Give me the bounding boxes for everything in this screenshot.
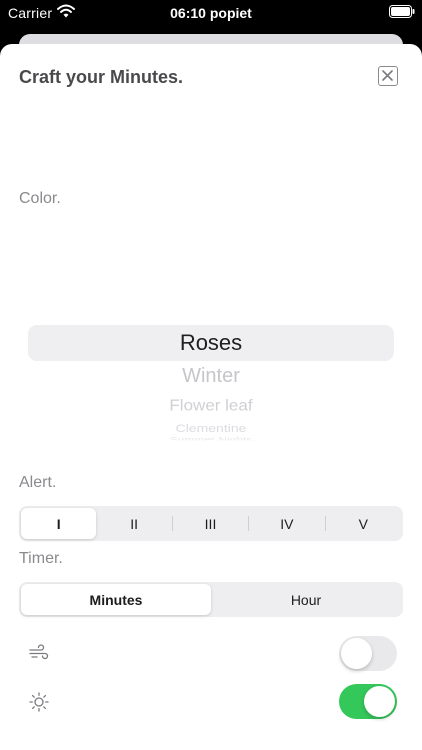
picker-item[interactable]: Winter — [28, 365, 394, 388]
timer-segmented-control[interactable]: Minutes Hour — [19, 582, 403, 617]
toggle-knob — [341, 638, 372, 669]
color-section-label: Color. — [19, 190, 61, 207]
timer-segment-minutes[interactable]: Minutes — [21, 584, 211, 615]
alert-segmented-control[interactable]: I II III IV V — [19, 506, 403, 541]
alert-segment-5[interactable]: V — [326, 508, 401, 539]
sun-toggle[interactable] — [339, 684, 397, 719]
close-icon — [382, 70, 393, 81]
modal-sheet: Craft your Minutes. Color. Roses Winter … — [0, 44, 422, 750]
close-button[interactable] — [378, 66, 398, 86]
wind-icon — [29, 644, 49, 660]
status-time: 06:10 popiet — [170, 5, 252, 21]
picker-item[interactable]: Clementine — [28, 421, 394, 434]
picker-item[interactable]: Flower leaf — [28, 397, 394, 416]
alert-segment-2[interactable]: II — [96, 508, 171, 539]
alert-segment-3[interactable]: III — [173, 508, 248, 539]
status-bar: Carrier 06:10 popiet — [0, 0, 422, 28]
timer-segment-hour[interactable]: Hour — [211, 584, 401, 615]
sun-icon — [29, 692, 49, 712]
picker-item[interactable]: Summer Nights — [28, 436, 394, 441]
alert-segment-1[interactable]: I — [21, 508, 97, 539]
wind-toggle[interactable] — [339, 636, 397, 671]
alert-segment-4[interactable]: IV — [249, 508, 324, 539]
toggle-knob — [364, 686, 395, 717]
battery-icon — [389, 5, 415, 18]
sheet-title: Craft your Minutes. — [19, 67, 184, 87]
alert-section-label: Alert. — [19, 474, 57, 491]
picker-item-selected[interactable]: Roses — [28, 330, 394, 356]
timer-section-label: Timer. — [19, 550, 63, 567]
